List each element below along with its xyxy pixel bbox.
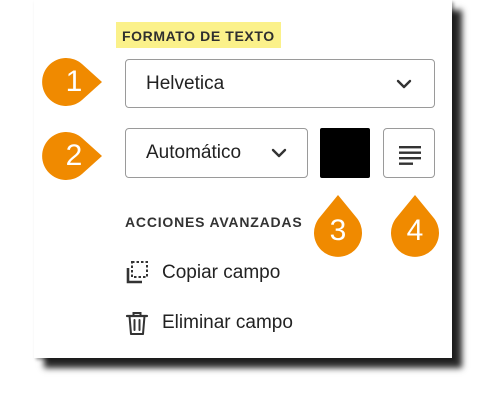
callout-number: 3	[329, 214, 347, 247]
chevron-down-icon	[271, 148, 287, 158]
callout-marker-1: 1	[42, 50, 106, 114]
chevron-down-icon	[396, 79, 412, 88]
font-size-dropdown[interactable]: Automático	[125, 128, 308, 178]
callout-marker-2: 2	[42, 124, 106, 188]
advanced-actions-heading: ACCIONES AVANZADAS	[125, 214, 303, 230]
callout-number: 4	[406, 214, 424, 247]
callout-number: 2	[65, 139, 83, 172]
font-family-value: Helvetica	[146, 72, 225, 94]
align-justify-icon	[399, 146, 421, 165]
text-align-button[interactable]	[383, 128, 435, 178]
trash-icon	[125, 312, 149, 335]
font-family-dropdown[interactable]: Helvetica	[125, 59, 435, 108]
copy-field-action[interactable]: Copiar campo	[124, 258, 280, 288]
callout-marker-4: 4	[383, 193, 447, 257]
delete-field-label: Eliminar campo	[162, 312, 293, 333]
delete-field-action[interactable]: Eliminar campo	[124, 308, 293, 338]
stage: FORMATO DE TEXTO Helvetica Automático AC…	[0, 0, 488, 401]
text-format-heading: FORMATO DE TEXTO	[116, 22, 281, 48]
copy-field-label: Copiar campo	[162, 262, 281, 283]
callout-number: 1	[65, 65, 83, 98]
copy-field-icon	[126, 261, 148, 284]
text-color-swatch[interactable]	[320, 128, 370, 178]
font-size-value: Automático	[146, 142, 242, 163]
callout-marker-3: 3	[306, 193, 370, 257]
